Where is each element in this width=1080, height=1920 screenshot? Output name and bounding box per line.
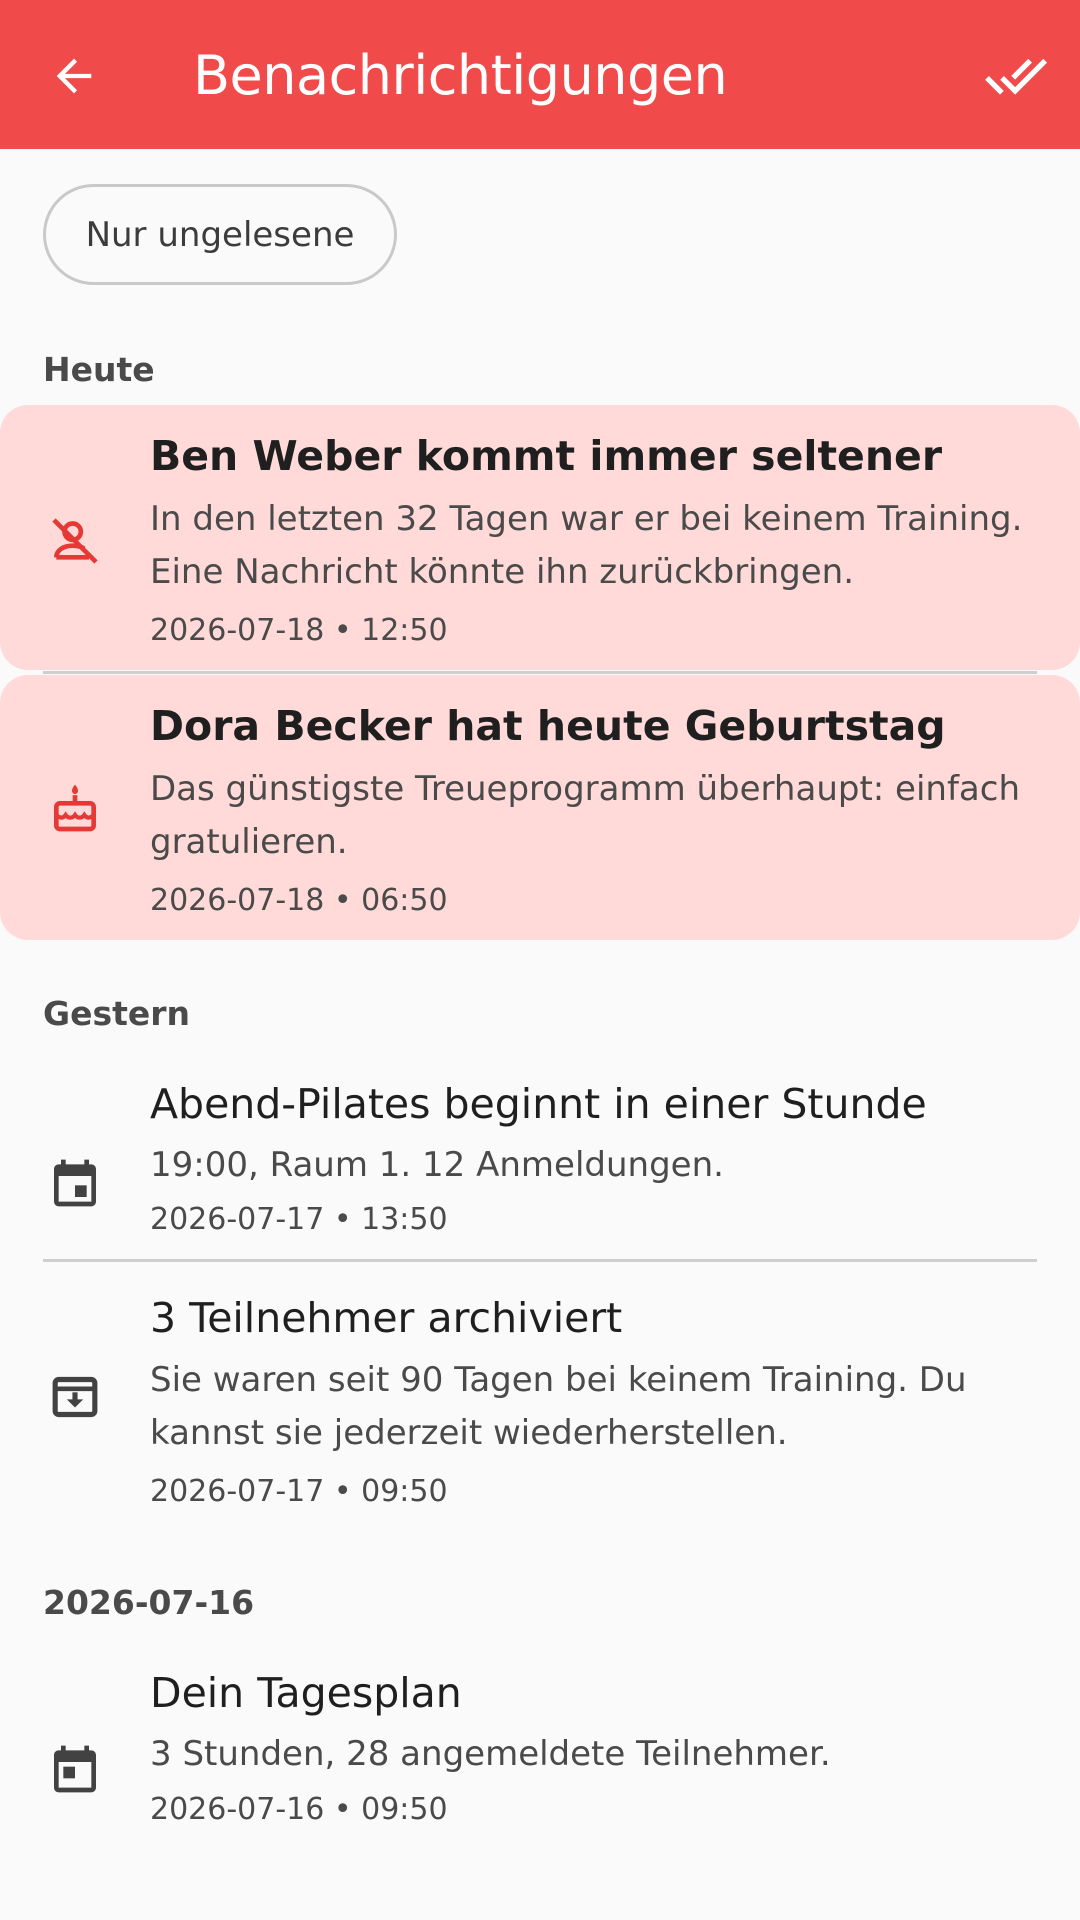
section-header-yesterday: Gestern	[43, 994, 191, 1033]
notification-item[interactable]: Dora Becker hat heute Geburtstag Das gün…	[0, 675, 1080, 940]
double-check-icon	[985, 58, 1048, 95]
app-bar: Benachrichtigungen	[0, 0, 1080, 149]
archive-icon	[44, 1366, 106, 1428]
cake-icon	[44, 777, 106, 839]
notification-item[interactable]: Dein Tagesplan 3 Stunden, 28 angemeldete…	[0, 1640, 1080, 1840]
notification-title: Dein Tagesplan	[150, 1669, 462, 1717]
section-header-date: 2026-07-16	[43, 1583, 255, 1622]
arrow-left-icon	[56, 58, 92, 94]
notification-title: Ben Weber kommt immer seltener	[150, 432, 943, 480]
notification-title: Abend-Pilates beginnt in einer Stunde	[150, 1080, 927, 1128]
mark-all-read-button[interactable]	[976, 40, 1056, 112]
notification-time: 2026-07-18 • 06:50	[150, 883, 448, 918]
page-title: Benachrichtigungen	[193, 44, 728, 107]
calendar-event-icon	[44, 1152, 106, 1214]
filter-chip-unread-only[interactable]: Nur ungelesene	[43, 184, 397, 285]
back-button[interactable]	[38, 40, 110, 112]
notification-time: 2026-07-17 • 09:50	[150, 1474, 448, 1509]
notification-body: Sie waren seit 90 Tagen bei keinem Train…	[150, 1360, 967, 1453]
notification-item[interactable]: Abend-Pilates beginnt in einer Stunde 19…	[0, 1055, 1080, 1255]
notification-time: 2026-07-16 • 09:50	[150, 1792, 448, 1827]
filter-chip-label: Nur ungelesene	[85, 214, 355, 255]
calendar-event-icon	[44, 1738, 106, 1800]
notification-body: 3 Stunden, 28 angemeldete Teilnehmer.	[150, 1734, 831, 1774]
person-off-icon	[44, 510, 106, 572]
notification-body: 19:00, Raum 1. 12 Anmeldungen.	[150, 1145, 724, 1185]
notification-time: 2026-07-17 • 13:50	[150, 1202, 448, 1237]
notification-body: In den letzten 32 Tagen war er bei keine…	[150, 499, 1023, 592]
divider	[43, 671, 1037, 674]
notification-title: Dora Becker hat heute Geburtstag	[150, 702, 946, 750]
notification-item[interactable]: Ben Weber kommt immer seltener In den le…	[0, 405, 1080, 670]
section-header-today: Heute	[43, 350, 155, 389]
notification-title: 3 Teilnehmer archiviert	[150, 1294, 623, 1342]
notification-item[interactable]: 3 Teilnehmer archiviert Sie waren seit 9…	[0, 1262, 1080, 1522]
notification-time: 2026-07-18 • 12:50	[150, 613, 448, 648]
notification-body: Das günstigste Treueprogramm überhaupt: …	[150, 769, 1021, 862]
